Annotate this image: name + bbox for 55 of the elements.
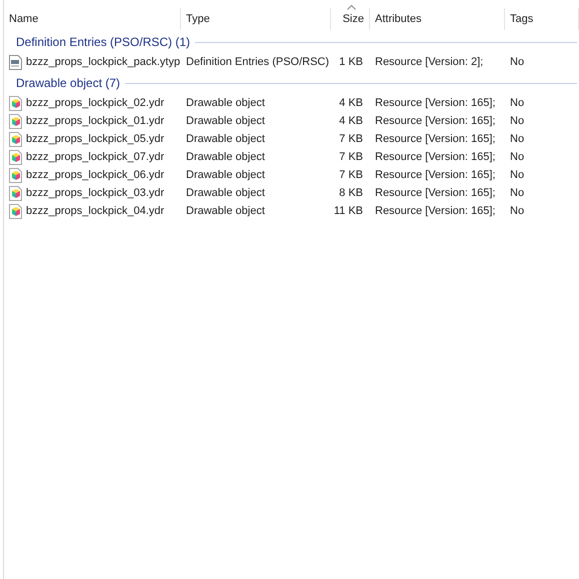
file-type: Drawable object xyxy=(186,132,265,147)
group-header[interactable]: Drawable object (7) xyxy=(16,74,120,92)
file-tags: No xyxy=(510,184,524,202)
file-type: Drawable object xyxy=(186,114,265,129)
file-size: 7 KB xyxy=(339,150,363,165)
file-tags: No xyxy=(510,166,524,184)
file-type: Drawable object xyxy=(186,204,265,219)
file-size: 11 KB xyxy=(334,204,363,219)
file-size: 4 KB xyxy=(339,114,363,129)
file-name[interactable]: bzzz_props_lockpick_05.ydr xyxy=(26,130,164,148)
file-tags: No xyxy=(510,54,524,70)
column-header[interactable]: Name xyxy=(4,8,181,30)
file-size: 8 KB xyxy=(339,186,363,201)
file-type: Drawable object xyxy=(186,168,265,183)
file-name[interactable]: bzzz_props_lockpick_02.ydr xyxy=(26,94,164,112)
file-type: Drawable object xyxy=(186,150,265,165)
cube-file-icon xyxy=(9,150,22,164)
document-icon xyxy=(9,54,22,70)
cube-file-icon xyxy=(9,114,22,128)
file-attributes: Resource [Version: 165]; xyxy=(375,186,496,201)
file-name[interactable]: bzzz_props_lockpick_06.ydr xyxy=(26,166,164,184)
file-name[interactable]: bzzz_props_lockpick_pack.ytyp xyxy=(26,54,180,70)
cube-file-icon xyxy=(9,132,22,146)
column-header[interactable]: Attributes xyxy=(370,8,505,30)
cube-file-icon xyxy=(9,96,22,110)
file-name[interactable]: bzzz_props_lockpick_03.ydr xyxy=(26,184,164,202)
file-tags: No xyxy=(510,94,524,112)
group-header[interactable]: Definition Entries (PSO/RSC) (1) xyxy=(16,33,190,51)
file-attributes: Resource [Version: 165]; xyxy=(375,96,496,111)
file-tags: No xyxy=(510,148,524,166)
file-tags: No xyxy=(510,112,524,130)
file-tags: No xyxy=(510,130,524,148)
file-type: Drawable object xyxy=(186,96,265,111)
file-attributes: Resource [Version: 2]; xyxy=(375,54,484,70)
file-name[interactable]: bzzz_props_lockpick_07.ydr xyxy=(26,148,164,166)
cube-file-icon xyxy=(9,168,22,182)
file-size: 1 KB xyxy=(339,54,363,70)
cube-file-icon xyxy=(9,204,22,218)
file-attributes: Resource [Version: 165]; xyxy=(375,204,496,219)
file-size: 7 KB xyxy=(339,168,363,183)
file-attributes: Resource [Version: 165]; xyxy=(375,132,496,147)
column-header[interactable]: Size xyxy=(331,8,370,30)
file-name[interactable]: bzzz_props_lockpick_04.ydr xyxy=(26,202,164,220)
file-attributes: Resource [Version: 165]; xyxy=(375,114,496,129)
file-attributes: Resource [Version: 165]; xyxy=(375,168,496,183)
cube-file-icon xyxy=(9,186,22,200)
file-tags: No xyxy=(510,202,524,220)
column-header[interactable]: Tags xyxy=(505,8,579,30)
file-size: 7 KB xyxy=(339,132,363,147)
file-attributes: Resource [Version: 165]; xyxy=(375,150,496,165)
file-type: Drawable object xyxy=(186,186,265,201)
file-size: 4 KB xyxy=(339,96,363,111)
file-type: Definition Entries (PSO/RSC) xyxy=(186,54,330,70)
column-header[interactable]: Type xyxy=(181,8,331,30)
file-name[interactable]: bzzz_props_lockpick_01.ydr xyxy=(26,112,164,130)
